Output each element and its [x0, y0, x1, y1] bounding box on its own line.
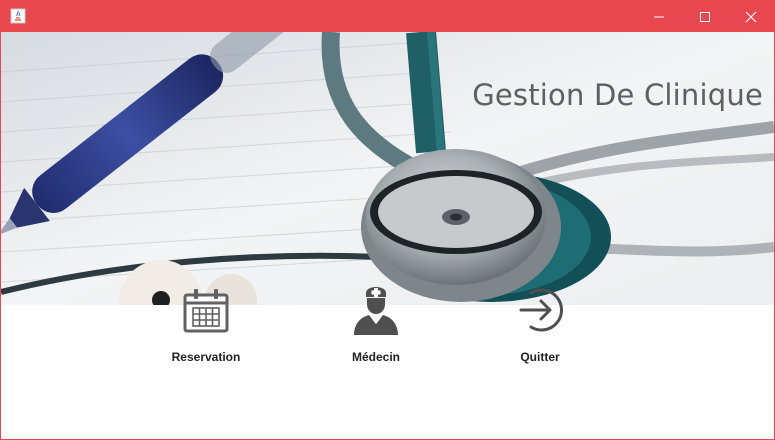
title-bar[interactable] — [1, 1, 774, 32]
calendar-icon — [181, 285, 231, 335]
maximize-icon — [700, 11, 710, 22]
quitter-label: Quitter — [520, 350, 560, 364]
exit-icon — [515, 285, 565, 335]
reservation-button[interactable]: Reservation — [146, 289, 266, 375]
app-title: Gestion De Clinique — [472, 78, 763, 112]
minimize-button[interactable] — [636, 1, 682, 32]
maximize-button[interactable] — [682, 1, 728, 32]
close-button[interactable] — [728, 1, 774, 32]
reservation-label: Reservation — [171, 350, 241, 364]
hero-banner: Gestion De Clinique — [1, 32, 774, 305]
medecin-label: Médecin — [351, 350, 400, 364]
app-window: Gestion De Clinique Reservation Médecin … — [0, 0, 775, 440]
medecin-button[interactable]: Médecin — [316, 287, 436, 375]
stethoscope-and-pen-photo — [1, 32, 774, 305]
quitter-button[interactable]: Quitter — [480, 288, 600, 375]
java-app-icon — [10, 8, 26, 24]
close-icon — [745, 11, 757, 22]
doctor-icon — [351, 285, 401, 335]
minimize-icon — [654, 16, 664, 17]
main-menu: Reservation Médecin Quitter — [1, 287, 774, 439]
